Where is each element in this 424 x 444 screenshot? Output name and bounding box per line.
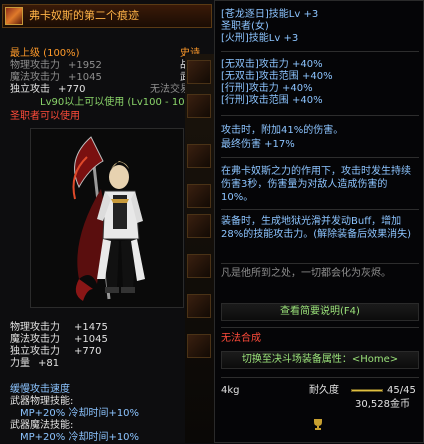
skill-header-2: [火刑]技能Lv +3 xyxy=(221,33,299,44)
divider xyxy=(221,263,419,264)
stat-mag-value: +1045 xyxy=(68,72,102,83)
boost-line-2: [无双击]攻击范围 +40% xyxy=(221,71,333,82)
stat-phys-value-2: +1475 xyxy=(74,322,108,333)
equipment-slot[interactable] xyxy=(187,334,211,358)
stat-str-label: 力量 xyxy=(10,358,30,369)
stat-mag-label-2: 魔法攻击力 xyxy=(10,334,60,345)
equipment-slot[interactable] xyxy=(187,184,211,208)
equipment-slot[interactable] xyxy=(187,94,211,118)
boost-line-3: [行刑]攻击力 +40% xyxy=(221,83,313,94)
boost-line-4: [行刑]攻击范围 +40% xyxy=(221,95,323,106)
item-title: 弗卡奴斯的第二个痕迹 xyxy=(29,9,139,22)
stat-mag-value-2: +1045 xyxy=(74,334,108,345)
phys-skill-label: 武器物理技能: xyxy=(10,396,74,407)
durability-bar xyxy=(351,389,383,392)
trade-label: 无法交易 xyxy=(150,84,190,95)
equipment-slot[interactable] xyxy=(187,294,211,318)
durability-fill xyxy=(352,390,382,391)
class-requirement: 圣职者可以使用 xyxy=(10,111,80,122)
stat-phys-label: 物理攻击力 xyxy=(10,60,60,71)
price-label: 30,528金币 xyxy=(355,399,410,410)
durability-label: 耐久度 xyxy=(309,385,339,396)
attack-speed-label: 缓慢攻击速度 xyxy=(10,384,70,395)
character-portrait xyxy=(30,128,184,308)
equip-description: 装备时，生成地狱光滑并发动Buff，增加28%的技能攻击力。(解除装备后效果消失… xyxy=(221,216,412,240)
stat-phys-label-2: 物理攻击力 xyxy=(10,322,60,333)
phys-skill-line: MP+20% 冷却时间+10% xyxy=(20,408,140,419)
item-tooltip-left: 弗卡奴斯的第二个痕迹 最上级 (100%) 史诗 物理攻击力 +1952 魔法攻… xyxy=(0,0,219,443)
trophy-icon xyxy=(314,419,322,430)
equipment-strip xyxy=(185,54,214,443)
stat-str-value: +81 xyxy=(38,358,60,369)
equipment-slot[interactable] xyxy=(187,60,211,84)
effect-description: 在弗卡奴斯之力的作用下，攻击时发生持续伤害3秒，伤害量为对敌人造成伤害的10%。 xyxy=(221,166,411,203)
divider xyxy=(221,327,419,328)
item-tooltip-right: [苍龙逐日]技能Lv +3 圣职者(女) [火刑]技能Lv +3 [无双击]攻击… xyxy=(214,0,424,443)
stat-indep-label-2: 独立攻击力 xyxy=(10,346,60,357)
skill-header: [苍龙逐日]技能Lv +3 xyxy=(221,9,319,20)
equipment-slot[interactable] xyxy=(187,214,211,238)
class-header: 圣职者(女) xyxy=(221,21,269,32)
weight-label: 4kg xyxy=(221,385,240,396)
character-figure-icon xyxy=(72,136,145,301)
stat-indep-label: 独立攻击 xyxy=(10,84,50,95)
flavor-text: 凡是他所到之处，一切都会化为灰烬。 xyxy=(221,268,391,279)
view-details-button[interactable]: 查看简要说明(F4) xyxy=(221,303,419,321)
divider xyxy=(221,157,419,158)
no-synthesis-label: 无法合成 xyxy=(221,333,261,344)
switch-pvp-stats-button[interactable]: 切换至决斗场装备属性：<Home> xyxy=(221,351,419,369)
boost-line-1: [无双击]攻击力 +40% xyxy=(221,59,323,70)
weapon-icon xyxy=(5,7,23,25)
equipment-slot[interactable] xyxy=(187,144,211,168)
stat-phys-value: +1952 xyxy=(68,60,102,71)
stat-mag-label: 魔法攻击力 xyxy=(10,72,60,83)
item-title-bar: 弗卡奴斯的第二个痕迹 xyxy=(2,4,212,28)
mag-skill-label: 武器魔法技能: xyxy=(10,420,74,431)
equipment-slot[interactable] xyxy=(187,254,211,278)
divider xyxy=(221,115,419,116)
mag-skill-line: MP+20% 冷却时间+10% xyxy=(20,432,140,443)
stat-indep-value-2: +770 xyxy=(74,346,102,357)
durability-value: 45/45 xyxy=(387,385,416,396)
divider xyxy=(221,377,419,378)
level-requirement: Lv90以上可以使用 (Lv100 - 10) xyxy=(40,97,189,108)
grade-label: 最上级 (100%) xyxy=(10,48,80,59)
divider xyxy=(221,51,419,52)
stat-indep-value: +770 xyxy=(58,84,86,95)
divider xyxy=(221,209,419,210)
attack-bonus-line: 攻击时，附加41%的伤害。 xyxy=(221,125,344,136)
final-damage-line: 最终伤害 +17% xyxy=(221,139,295,150)
